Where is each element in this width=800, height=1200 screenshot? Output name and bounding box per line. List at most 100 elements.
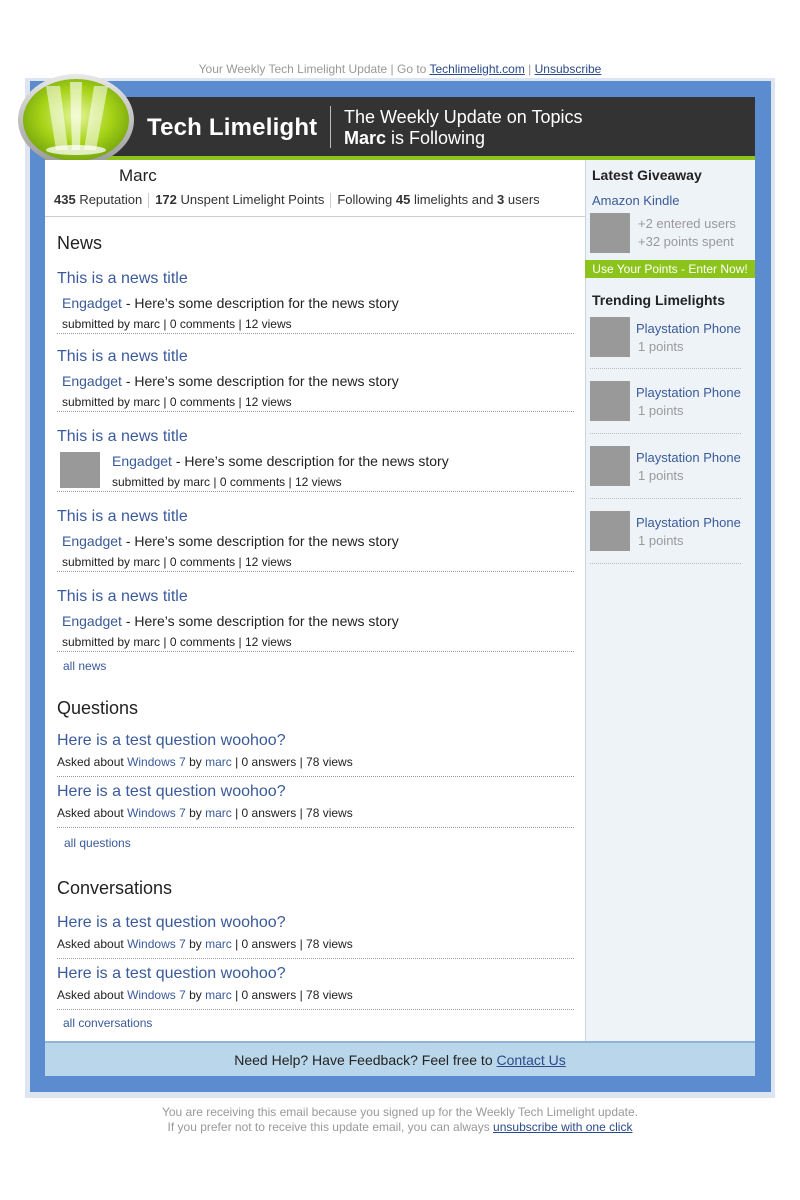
item-divider	[57, 776, 574, 777]
news-description: Engadget - Here’s some description for t…	[62, 613, 399, 629]
news-title[interactable]: This is a news title	[57, 348, 188, 366]
by-label: by	[185, 755, 206, 769]
news-desc-text: - Here’s some description for the news s…	[121, 295, 399, 311]
trending-divider	[590, 498, 741, 499]
tagline-line1: The Weekly Update on Topics	[344, 107, 583, 127]
trending-thumbnail[interactable]	[590, 511, 630, 551]
giveaway-heading: Latest Giveaway	[592, 167, 702, 183]
trending-points: 1 points	[638, 468, 684, 483]
news-description: Engadget - Here’s some description for t…	[62, 295, 399, 311]
following-prefix: Following	[337, 192, 396, 207]
by-label: by	[185, 937, 206, 951]
spotlight-logo-icon[interactable]	[16, 72, 136, 168]
news-title[interactable]: This is a news title	[57, 428, 188, 446]
news-thumbnail[interactable]	[60, 452, 100, 488]
trending-divider	[590, 368, 741, 369]
stats-divider	[330, 193, 332, 209]
question-title[interactable]: Here is a test question woohoo?	[57, 732, 286, 750]
news-desc-text: - Here’s some description for the news s…	[121, 373, 399, 389]
conversation-title[interactable]: Here is a test question woohoo?	[57, 914, 286, 932]
news-source-link[interactable]: Engadget	[62, 613, 122, 629]
news-title[interactable]: This is a news title	[57, 508, 188, 526]
top-notice-prefix: Your Weekly Tech Limelight Update | Go t…	[198, 62, 430, 76]
item-divider	[57, 571, 574, 572]
news-source-link[interactable]: Engadget	[62, 373, 122, 389]
topic-link[interactable]: Windows 7	[127, 755, 186, 769]
trending-thumbnail[interactable]	[590, 381, 630, 421]
unsubscribe-link[interactable]: Unsubscribe	[535, 62, 602, 76]
tagline-rest: is Following	[386, 128, 486, 148]
news-source-link[interactable]: Engadget	[112, 453, 172, 469]
news-source-link[interactable]: Engadget	[62, 295, 122, 311]
item-divider	[57, 651, 574, 652]
item-divider	[57, 827, 574, 828]
news-desc-text: - Here’s some description for the news s…	[171, 453, 449, 469]
topic-link[interactable]: Windows 7	[127, 988, 186, 1002]
conversation-stats: | 0 answers | 78 views	[231, 937, 353, 951]
trending-item-link[interactable]: Playstation Phone	[636, 515, 741, 530]
item-divider	[57, 333, 574, 334]
item-divider	[57, 491, 574, 492]
users-label: users	[504, 192, 540, 207]
all-questions-link[interactable]: all questions	[64, 836, 131, 850]
all-news-link[interactable]: all news	[63, 659, 106, 673]
news-description: Engadget - Here’s some description for t…	[62, 533, 399, 549]
stats-divider	[148, 193, 150, 209]
question-meta: Asked about Windows 7 by marc | 0 answer…	[57, 806, 353, 820]
user-link[interactable]: marc	[205, 988, 232, 1002]
all-conversations-link[interactable]: all conversations	[63, 1016, 152, 1030]
trending-thumbnail[interactable]	[590, 317, 630, 357]
trending-points: 1 points	[638, 533, 684, 548]
help-footer: Need Help? Have Feedback? Feel free to C…	[45, 1041, 755, 1076]
trending-thumbnail[interactable]	[590, 446, 630, 486]
item-divider	[57, 958, 574, 959]
conversation-title[interactable]: Here is a test question woohoo?	[57, 965, 286, 983]
giveaway-thumbnail[interactable]	[590, 213, 630, 253]
trending-points: 1 points	[638, 339, 684, 354]
user-link[interactable]: marc	[205, 806, 232, 820]
asked-label: Asked about	[57, 806, 128, 820]
reputation-label: Reputation	[75, 192, 143, 207]
news-description: Engadget - Here’s some description for t…	[62, 373, 399, 389]
question-title[interactable]: Here is a test question woohoo?	[57, 783, 286, 801]
by-label: by	[185, 988, 206, 1002]
asked-label: Asked about	[57, 988, 128, 1002]
giveaway-spent: +32 points spent	[638, 234, 734, 249]
unsubscribe-one-click-link[interactable]: unsubscribe with one click	[493, 1120, 632, 1134]
points-label: Unspent Limelight Points	[176, 192, 325, 207]
header-divider	[330, 106, 331, 148]
conversations-heading: Conversations	[57, 878, 173, 898]
giveaway-entered: +2 entered users	[638, 216, 736, 231]
questions-heading: Questions	[57, 698, 139, 718]
trending-item-link[interactable]: Playstation Phone	[636, 385, 741, 400]
site-link[interactable]: Techlimelight.com	[429, 62, 524, 76]
question-meta: Asked about Windows 7 by marc | 0 answer…	[57, 755, 353, 769]
news-source-link[interactable]: Engadget	[62, 533, 122, 549]
limelights-count: 45	[395, 192, 411, 207]
by-label: by	[185, 806, 206, 820]
contact-us-link[interactable]: Contact Us	[497, 1052, 566, 1068]
trending-heading: Trending Limelights	[592, 292, 726, 308]
trending-divider	[590, 433, 741, 434]
conversation-stats: | 0 answers | 78 views	[231, 988, 353, 1002]
reputation-value: 435	[54, 192, 76, 207]
news-description: Engadget - Here’s some description for t…	[112, 453, 449, 469]
user-link[interactable]: marc	[205, 937, 232, 951]
profile-divider	[45, 216, 585, 217]
user-link[interactable]: marc	[205, 755, 232, 769]
tagline-user: Marc	[344, 128, 387, 148]
news-title[interactable]: This is a news title	[57, 270, 188, 288]
limelights-label: limelights and	[410, 192, 498, 207]
item-divider	[57, 1009, 574, 1010]
topic-link[interactable]: Windows 7	[127, 937, 186, 951]
enter-giveaway-button[interactable]: Use Your Points - Enter Now!	[585, 260, 755, 278]
trending-item-link[interactable]: Playstation Phone	[636, 450, 741, 465]
news-title[interactable]: This is a news title	[57, 588, 188, 606]
question-stats: | 0 answers | 78 views	[231, 755, 353, 769]
trending-item-link[interactable]: Playstation Phone	[636, 321, 741, 336]
news-meta: submitted by marc | 0 comments | 12 view…	[62, 555, 292, 569]
topic-link[interactable]: Windows 7	[127, 806, 186, 820]
help-text-label: Need Help? Have Feedback? Feel free to	[234, 1052, 497, 1068]
giveaway-item-link[interactable]: Amazon Kindle	[592, 193, 679, 208]
profile-name: Marc	[119, 166, 157, 185]
